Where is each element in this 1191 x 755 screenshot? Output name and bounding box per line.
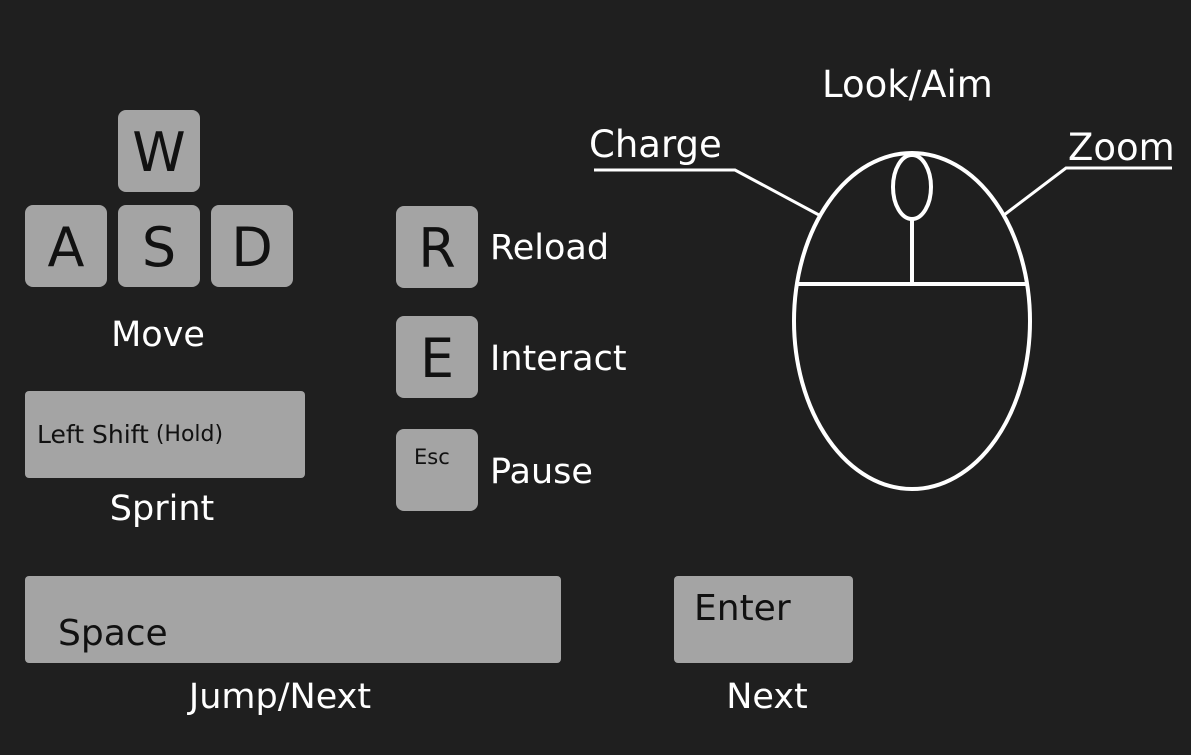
charge-leader-line: [594, 168, 820, 217]
zoom-leader-line: [1003, 166, 1172, 217]
charge-label: Charge: [589, 123, 722, 166]
mouse-diagram: [594, 151, 1172, 491]
scroll-wheel[interactable]: [891, 153, 933, 221]
zoom-label: Zoom: [1068, 126, 1175, 169]
look-aim-label: Look/Aim: [822, 63, 993, 106]
mouse-body: [792, 151, 1032, 491]
